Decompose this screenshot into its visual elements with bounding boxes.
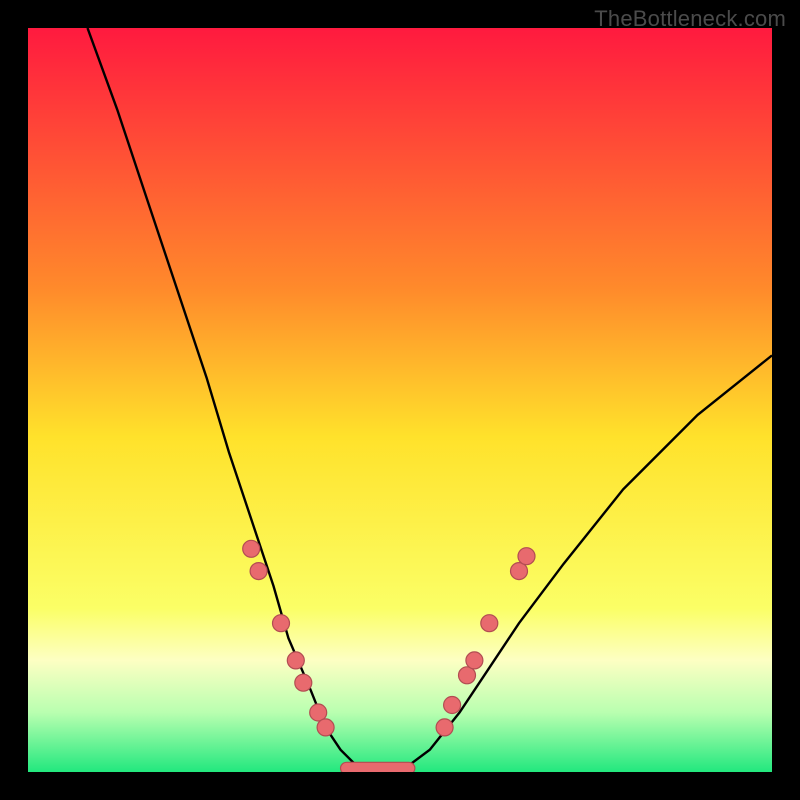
chart-frame: TheBottleneck.com [0, 0, 800, 800]
marker-dot [466, 652, 483, 669]
bottleneck-curve [28, 28, 772, 772]
marker-dot [317, 719, 334, 736]
marker-dot [481, 615, 498, 632]
marker-dot [287, 652, 304, 669]
marker-dot [436, 719, 453, 736]
marker-dot [250, 563, 267, 580]
plot-area [28, 28, 772, 772]
marker-dot [273, 615, 290, 632]
marker-dot [243, 540, 260, 557]
watermark-text: TheBottleneck.com [594, 6, 786, 32]
marker-dot [295, 674, 312, 691]
marker-dot [444, 697, 461, 714]
marker-dot [518, 548, 535, 565]
